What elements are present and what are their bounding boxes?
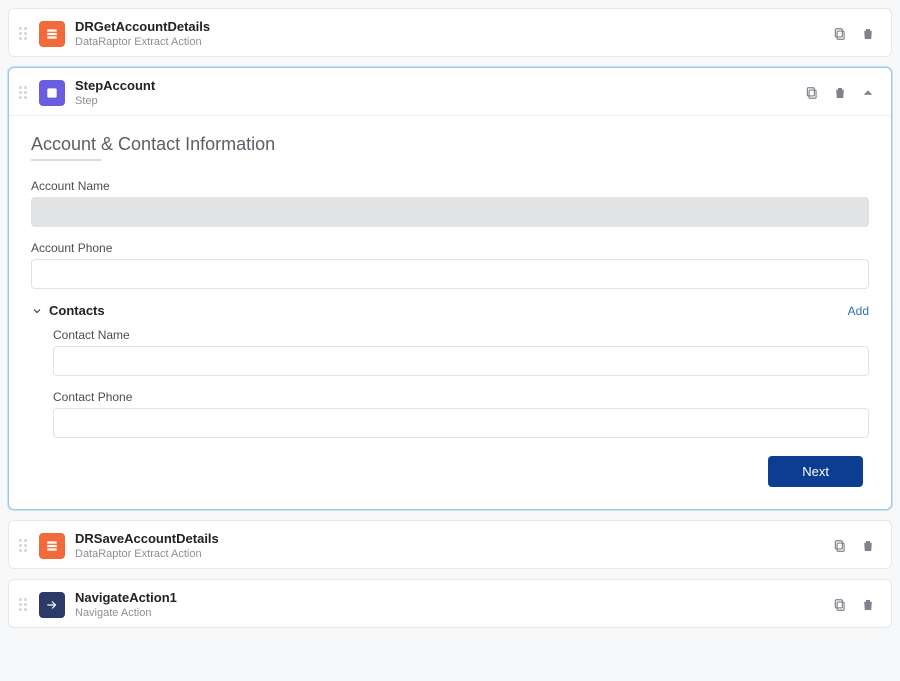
element-drsave[interactable]: DRSaveAccountDetails DataRaptor Extract … bbox=[8, 520, 892, 569]
contact-name-input[interactable] bbox=[53, 346, 869, 376]
copy-icon[interactable] bbox=[803, 84, 821, 102]
chevron-down-icon bbox=[31, 305, 43, 317]
account-name-label: Account Name bbox=[31, 179, 869, 193]
copy-icon[interactable] bbox=[831, 25, 849, 43]
element-title: DRGetAccountDetails bbox=[75, 19, 831, 34]
contact-phone-input[interactable] bbox=[53, 408, 869, 438]
element-subtitle: Step bbox=[75, 95, 803, 107]
step-type-icon bbox=[39, 80, 65, 106]
delete-icon[interactable] bbox=[859, 596, 877, 614]
element-title-block: DRSaveAccountDetails DataRaptor Extract … bbox=[75, 531, 831, 560]
action-type-icon bbox=[39, 21, 65, 47]
element-title-block: NavigateAction1 Navigate Action bbox=[75, 590, 831, 619]
copy-icon[interactable] bbox=[831, 537, 849, 555]
element-navigate[interactable]: NavigateAction1 Navigate Action bbox=[8, 579, 892, 628]
element-title-block: DRGetAccountDetails DataRaptor Extract A… bbox=[75, 19, 831, 48]
element-stepaccount[interactable]: StepAccount Step Account & Contact Infor… bbox=[8, 67, 892, 510]
element-header: StepAccount Step bbox=[9, 68, 891, 115]
element-subtitle: DataRaptor Extract Action bbox=[75, 548, 831, 560]
delete-icon[interactable] bbox=[859, 25, 877, 43]
contacts-add-link[interactable]: Add bbox=[848, 304, 869, 318]
contact-name-label: Contact Name bbox=[53, 328, 869, 342]
element-title: StepAccount bbox=[75, 78, 803, 93]
account-phone-label: Account Phone bbox=[31, 241, 869, 255]
next-button[interactable]: Next bbox=[768, 456, 863, 487]
section-underline bbox=[31, 159, 101, 161]
element-drget[interactable]: DRGetAccountDetails DataRaptor Extract A… bbox=[8, 8, 892, 57]
drag-handle-icon[interactable] bbox=[19, 539, 31, 552]
contacts-title: Contacts bbox=[49, 303, 105, 318]
element-header: NavigateAction1 Navigate Action bbox=[9, 580, 891, 627]
copy-icon[interactable] bbox=[831, 596, 849, 614]
account-name-input[interactable] bbox=[31, 197, 869, 227]
contact-phone-label: Contact Phone bbox=[53, 390, 869, 404]
element-title: NavigateAction1 bbox=[75, 590, 831, 605]
navigate-type-icon bbox=[39, 592, 65, 618]
element-header: DRSaveAccountDetails DataRaptor Extract … bbox=[9, 521, 891, 568]
element-header: DRGetAccountDetails DataRaptor Extract A… bbox=[9, 9, 891, 56]
action-type-icon bbox=[39, 533, 65, 559]
account-phone-input[interactable] bbox=[31, 259, 869, 289]
collapse-icon[interactable] bbox=[859, 84, 877, 102]
step-body: Account & Contact Information Account Na… bbox=[9, 115, 891, 491]
drag-handle-icon[interactable] bbox=[19, 598, 31, 611]
delete-icon[interactable] bbox=[831, 84, 849, 102]
section-title: Account & Contact Information bbox=[31, 134, 869, 155]
element-title: DRSaveAccountDetails bbox=[75, 531, 831, 546]
drag-handle-icon[interactable] bbox=[19, 27, 31, 40]
element-title-block: StepAccount Step bbox=[75, 78, 803, 107]
drag-handle-icon[interactable] bbox=[19, 86, 31, 99]
delete-icon[interactable] bbox=[859, 537, 877, 555]
element-subtitle: Navigate Action bbox=[75, 607, 831, 619]
contacts-toggle[interactable]: Contacts bbox=[31, 303, 105, 318]
element-subtitle: DataRaptor Extract Action bbox=[75, 36, 831, 48]
